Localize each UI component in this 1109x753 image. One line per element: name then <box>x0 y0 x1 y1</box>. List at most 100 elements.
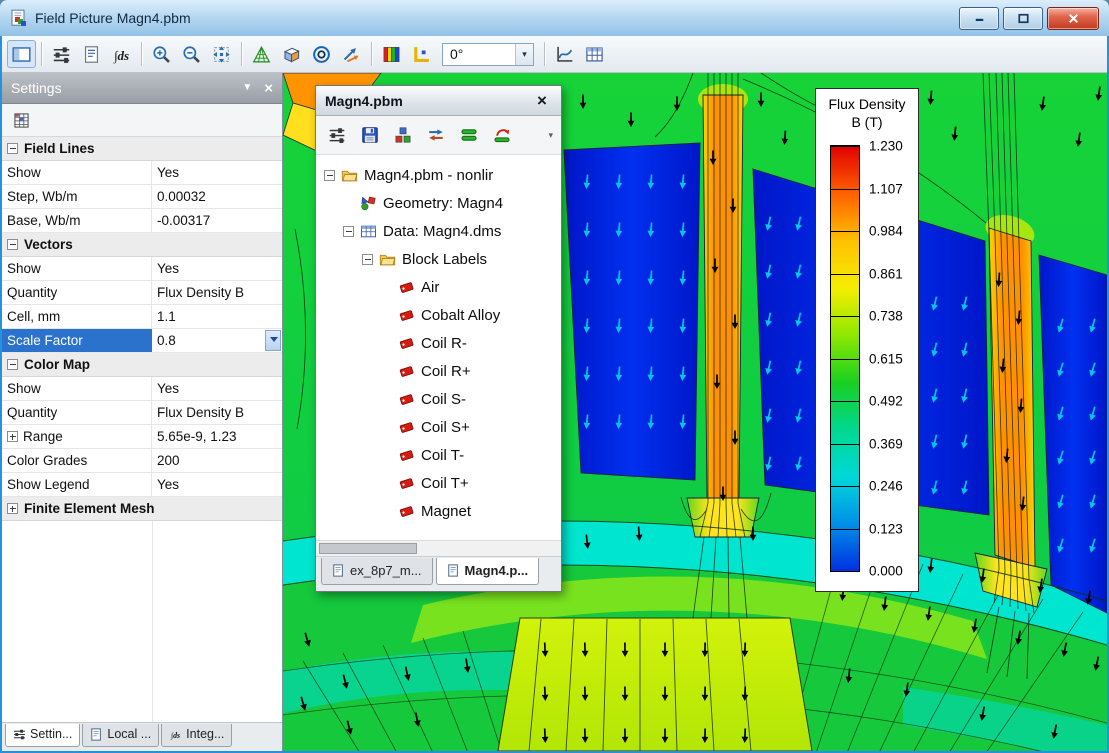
field-picture-view-button[interactable] <box>277 40 306 68</box>
tree-item-coil-s[interactable]: Coil S+ <box>316 413 561 441</box>
maximize-button[interactable] <box>1003 7 1043 30</box>
tree-expander-icon[interactable] <box>343 226 354 237</box>
tree-window-title-bar[interactable]: Magn4.pbm × <box>316 86 561 116</box>
field-picture-view[interactable]: Magn4.pbm × ▾ Magn4.pbm - nonlirGeometry… <box>283 73 1107 751</box>
setting-value-range[interactable]: 5.65e-9, 1.23 <box>152 425 282 448</box>
zoom-out-button[interactable] <box>177 40 206 68</box>
tree-item-label: Magnet <box>421 503 471 520</box>
group-expander-icon[interactable] <box>7 503 18 514</box>
settings-panel-header[interactable]: Settings ▼ × <box>2 73 282 104</box>
close-button[interactable] <box>1047 7 1099 30</box>
tree-item-magn4-pbm-nonlir[interactable]: Magn4.pbm - nonlir <box>316 161 561 189</box>
edge-labels-tool-button[interactable] <box>456 122 482 148</box>
main-content: Settings ▼ × Field LinesShowYesStep, Wb/… <box>2 73 1107 751</box>
save-button-button[interactable] <box>357 122 383 148</box>
toolbar-overflow-icon[interactable]: ▾ <box>548 130 553 141</box>
contour-tool-button[interactable] <box>489 122 515 148</box>
geometry-icon <box>360 195 377 212</box>
tree-item-coil-t[interactable]: Coil T+ <box>316 469 561 497</box>
toggle-settings-panel-button[interactable] <box>7 40 36 68</box>
tab-settin[interactable]: Settin... <box>5 724 80 747</box>
tree-item-magnet[interactable]: Magnet <box>316 497 561 525</box>
field-lines-toggle-button[interactable] <box>307 40 336 68</box>
copy-field-picture-button[interactable] <box>77 40 106 68</box>
title-bar[interactable]: Field Picture Magn4.pbm <box>0 0 1109 36</box>
setting-name-quantity[interactable]: Quantity <box>2 401 152 424</box>
zoom-to-extents-button[interactable] <box>207 40 236 68</box>
setting-name-show[interactable]: Show <box>2 257 152 280</box>
legend-value: 0.615 <box>869 351 903 366</box>
tab-ex-8p7-m[interactable]: ex_8p7_m... <box>321 558 433 585</box>
setting-value-show[interactable]: Yes <box>152 161 282 184</box>
tree-expander-icon[interactable] <box>362 254 373 265</box>
minimize-button[interactable] <box>959 7 999 30</box>
combo-dropdown-icon[interactable]: ▾ <box>515 44 533 65</box>
tree-expander-icon[interactable] <box>324 170 335 181</box>
tree-hscrollbar-thumb[interactable] <box>319 543 417 554</box>
setting-name-cell-mm[interactable]: Cell, mm <box>2 305 152 328</box>
settings-row: Show LegendYes <box>2 473 282 497</box>
field-picture-settings-button[interactable] <box>47 40 76 68</box>
tab-local[interactable]: Local ... <box>82 724 159 747</box>
setting-value-step-wb-m[interactable]: 0.00032 <box>152 185 282 208</box>
local-values-probe-button[interactable] <box>407 40 436 68</box>
tree-item-cobalt-alloy[interactable]: Cobalt Alloy <box>316 301 561 329</box>
transfer-tool-button[interactable] <box>423 122 449 148</box>
tree-item-coil-r[interactable]: Coil R- <box>316 329 561 357</box>
setting-value-quantity[interactable]: Flux Density B <box>152 401 282 424</box>
setting-name-text: Range <box>23 429 63 444</box>
vectors-toggle-button[interactable] <box>337 40 366 68</box>
tree-item-coil-s[interactable]: Coil S- <box>316 385 561 413</box>
table-view-button[interactable] <box>580 40 609 68</box>
block-labels-tool-button[interactable] <box>390 122 416 148</box>
setting-value-quantity[interactable]: Flux Density B <box>152 281 282 304</box>
tree-item-coil-r[interactable]: Coil R+ <box>316 357 561 385</box>
tree-item-coil-t[interactable]: Coil T- <box>316 441 561 469</box>
setting-value-show[interactable]: Yes <box>152 377 282 400</box>
settings-close-icon[interactable]: × <box>264 81 273 96</box>
settings-menu-dropdown-icon[interactable]: ▼ <box>242 83 252 93</box>
group-expander-icon[interactable] <box>7 359 18 370</box>
setting-name-range[interactable]: Range <box>2 425 152 448</box>
color-map-toggle-button[interactable] <box>377 40 406 68</box>
setting-name-scale-factor[interactable]: Scale Factor <box>2 329 152 352</box>
tree-hscrollbar[interactable] <box>316 540 561 556</box>
integral-calculator-button[interactable]: ∫ds <box>107 40 136 68</box>
setting-name-base-wb-m[interactable]: Base, Wb/m <box>2 209 152 232</box>
setting-value-scale-factor[interactable]: 0.8 <box>152 329 282 352</box>
settings-group-field-lines[interactable]: Field Lines <box>2 137 282 161</box>
setting-value-show[interactable]: Yes <box>152 257 282 280</box>
datasheet-icon[interactable] <box>9 108 33 132</box>
tree-item-block-labels[interactable]: Block Labels <box>316 245 561 273</box>
problem-properties-button[interactable] <box>324 122 350 148</box>
range-expander-icon[interactable] <box>7 431 18 442</box>
pagemini-icon <box>332 564 345 577</box>
setting-value-cell-mm[interactable]: 1.1 <box>152 305 282 328</box>
group-expander-icon[interactable] <box>7 143 18 154</box>
setting-name-quantity[interactable]: Quantity <box>2 281 152 304</box>
phase-angle-combo[interactable]: 0°▾ <box>442 43 534 66</box>
settings-row: QuantityFlux Density B <box>2 281 282 305</box>
settings-group-vectors[interactable]: Vectors <box>2 233 282 257</box>
tree-window-close-icon[interactable]: × <box>532 92 552 109</box>
setting-name-show[interactable]: Show <box>2 161 152 184</box>
settings-group-color-map[interactable]: Color Map <box>2 353 282 377</box>
tree-item-data-magn4-dms[interactable]: Data: Magn4.dms <box>316 217 561 245</box>
tree-item-geometry-magn4[interactable]: Geometry: Magn4 <box>316 189 561 217</box>
setting-name-color-grades[interactable]: Color Grades <box>2 449 152 472</box>
setting-name-show-legend[interactable]: Show Legend <box>2 473 152 496</box>
tab-integ[interactable]: ∫dsInteg... <box>161 724 232 747</box>
setting-value-show-legend[interactable]: Yes <box>152 473 282 496</box>
tree-item-air[interactable]: Air <box>316 273 561 301</box>
show-mesh-button[interactable] <box>247 40 276 68</box>
xy-plot-button[interactable] <box>550 40 579 68</box>
setting-value-base-wb-m[interactable]: -0.00317 <box>152 209 282 232</box>
tab-magn4-p[interactable]: Magn4.p... <box>436 558 540 585</box>
settings-group-finite-element-mesh[interactable]: Finite Element Mesh <box>2 497 282 521</box>
setting-name-show[interactable]: Show <box>2 377 152 400</box>
setting-dropdown-button[interactable] <box>265 330 281 351</box>
zoom-in-button[interactable] <box>147 40 176 68</box>
group-expander-icon[interactable] <box>7 239 18 250</box>
setting-value-color-grades[interactable]: 200 <box>152 449 282 472</box>
setting-name-step-wb-m[interactable]: Step, Wb/m <box>2 185 152 208</box>
